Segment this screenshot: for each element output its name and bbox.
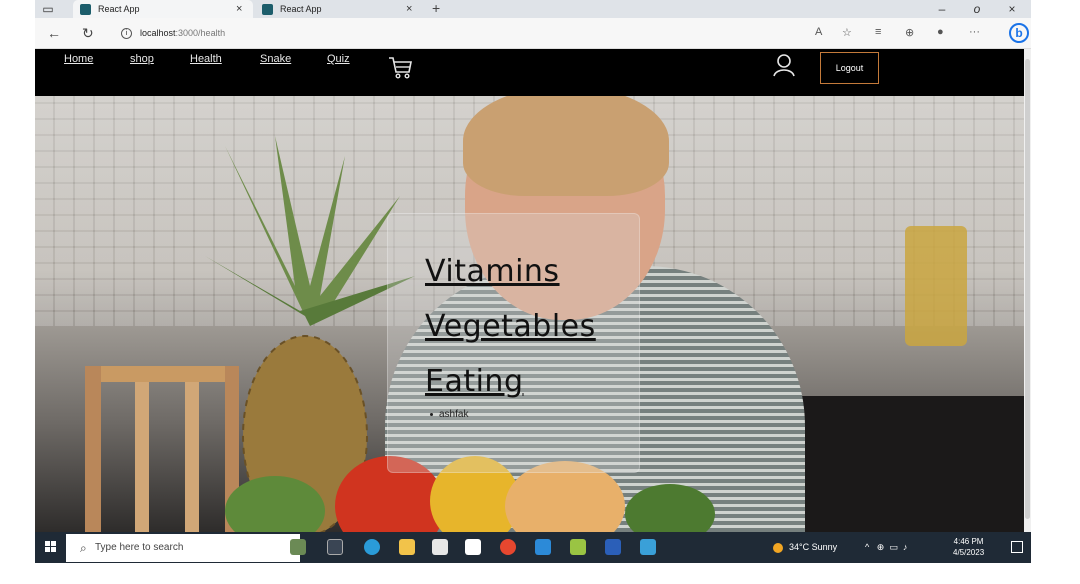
- chrome-icon[interactable]: [500, 539, 516, 555]
- maximize-button[interactable]: o: [968, 1, 986, 17]
- read-aloud-icon[interactable]: A: [815, 26, 822, 38]
- react-favicon-icon: [80, 4, 91, 15]
- windows-taskbar: ⌕ Type here to search 34°C Sunny ^ ⊕ ▭ ♪…: [35, 532, 1031, 563]
- mail-icon[interactable]: [465, 539, 481, 555]
- child-hair: [463, 96, 669, 196]
- browser-tab-strip: ▭ React App × React App × + – o ×: [35, 0, 1031, 18]
- favorites-list-icon[interactable]: ≡: [875, 26, 881, 38]
- jar-image: [905, 226, 967, 346]
- minimize-button[interactable]: –: [933, 1, 951, 17]
- new-tab-button[interactable]: +: [432, 0, 440, 17]
- url-field[interactable]: i localhost:3000/health: [121, 23, 835, 43]
- photos-icon[interactable]: [640, 539, 656, 555]
- back-arrow-icon[interactable]: ←: [47, 25, 61, 41]
- nav-link-snake[interactable]: Snake: [260, 53, 291, 65]
- tab-actions-icon[interactable]: ▭: [39, 1, 57, 17]
- file-explorer-icon[interactable]: [399, 539, 415, 555]
- network-icon[interactable]: ⊕: [877, 542, 885, 552]
- browser-tab-2[interactable]: React App ×: [255, 0, 425, 18]
- weather-widget[interactable]: 34°C Sunny: [773, 532, 837, 563]
- scrollbar-thumb[interactable]: [1025, 59, 1030, 519]
- refresh-icon[interactable]: ↻: [82, 25, 94, 41]
- word-icon[interactable]: [605, 539, 621, 555]
- bing-chat-icon[interactable]: b: [1009, 23, 1029, 43]
- clock-time: 4:46 PM: [953, 537, 984, 546]
- taskbar-search-box[interactable]: ⌕ Type here to search: [66, 534, 300, 562]
- taskbar-clock[interactable]: 4:46 PM 4/5/2023: [953, 536, 984, 558]
- search-icon: ⌕: [80, 541, 87, 555]
- profile-icon[interactable]: ●: [937, 26, 944, 38]
- collections-icon[interactable]: ⊕: [905, 26, 914, 39]
- page-viewport: Home shop Health Snake Quiz Logout Vitam…: [35, 49, 1024, 532]
- react-favicon-icon: [262, 4, 273, 15]
- logout-button[interactable]: Logout: [820, 52, 879, 84]
- link-vegetables[interactable]: Vegetables: [425, 309, 596, 344]
- url-path: :3000/health: [175, 28, 226, 38]
- store-icon[interactable]: [432, 539, 448, 555]
- volume-icon[interactable]: ♪: [903, 542, 908, 552]
- user-profile-icon[interactable]: [772, 53, 796, 77]
- search-highlight-dinosaur-icon[interactable]: [290, 539, 306, 555]
- tab-close-icon[interactable]: ×: [236, 0, 242, 18]
- nav-link-quiz[interactable]: Quiz: [327, 53, 350, 65]
- layers-app-icon[interactable]: [570, 539, 586, 555]
- cart-icon[interactable]: [387, 55, 413, 81]
- system-tray[interactable]: ^ ⊕ ▭ ♪: [865, 532, 907, 563]
- browser-tab-1[interactable]: React App ×: [73, 0, 253, 18]
- tab-close-icon[interactable]: ×: [406, 0, 412, 18]
- list-item: ashfak: [430, 409, 468, 420]
- battery-icon[interactable]: ▭: [889, 542, 898, 552]
- task-view-icon[interactable]: [327, 539, 343, 555]
- nav-link-shop[interactable]: shop: [130, 53, 154, 65]
- tray-chevron-icon[interactable]: ^: [865, 542, 869, 552]
- vscode-icon[interactable]: [535, 539, 551, 555]
- url-host: localhost: [140, 28, 176, 38]
- site-info-icon[interactable]: i: [121, 28, 132, 40]
- tab-title: React App: [98, 4, 140, 14]
- close-window-button[interactable]: ×: [1003, 1, 1021, 17]
- search-placeholder: Type here to search: [95, 542, 184, 553]
- favorite-star-icon[interactable]: ☆: [842, 26, 852, 39]
- windows-start-icon[interactable]: [45, 541, 57, 553]
- site-navbar: Home shop Health Snake Quiz Logout: [35, 49, 1024, 96]
- more-options-icon[interactable]: ···: [969, 26, 980, 38]
- sun-icon: [773, 542, 783, 553]
- edge-browser-icon[interactable]: [364, 539, 380, 555]
- weather-text: 34°C Sunny: [789, 542, 838, 552]
- list-item-text: ashfak: [439, 409, 469, 420]
- health-topics-card: Vitamins Vegetables Eating ashfak: [387, 213, 640, 473]
- page-scrollbar[interactable]: [1024, 49, 1031, 532]
- notification-center-icon[interactable]: [1011, 541, 1023, 553]
- browser-address-bar: ← ↻ i localhost:3000/health A ☆ ≡ ⊕ ● ···…: [35, 18, 1031, 49]
- bullet-icon: [430, 412, 433, 416]
- nav-link-health[interactable]: Health: [190, 53, 222, 65]
- clock-date: 4/5/2023: [953, 548, 985, 557]
- nav-link-home[interactable]: Home: [64, 53, 93, 65]
- link-eating[interactable]: Eating: [425, 364, 524, 399]
- tab-title: React App: [280, 4, 322, 14]
- link-vitamins[interactable]: Vitamins: [425, 254, 560, 289]
